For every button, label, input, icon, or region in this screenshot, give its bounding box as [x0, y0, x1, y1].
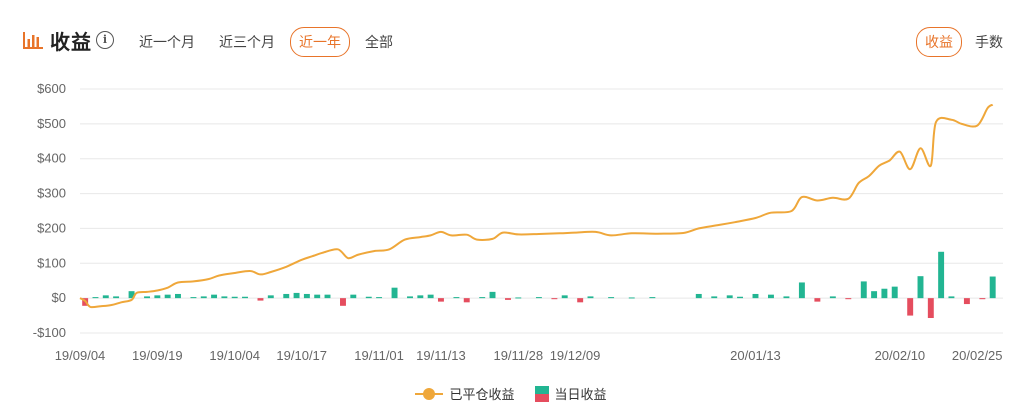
daily-profit-bar[interactable]: [535, 297, 542, 299]
daily-profit-bar[interactable]: [283, 293, 290, 299]
daily-profit-bar[interactable]: [453, 297, 460, 299]
daily-profit-bar[interactable]: [303, 293, 310, 299]
legend-line-swatch: [415, 387, 444, 401]
daily-profit-bar[interactable]: [649, 297, 656, 299]
daily-profit-bar[interactable]: [231, 296, 238, 299]
x-tick-label: 19/10/17: [276, 348, 327, 363]
daily-profit-bar[interactable]: [515, 297, 522, 299]
daily-profit-bar[interactable]: [417, 295, 424, 299]
daily-profit-bar[interactable]: [881, 288, 888, 299]
y-tick-label: $100: [37, 255, 66, 270]
daily-profit-bar[interactable]: [314, 294, 321, 299]
daily-profit-bar[interactable]: [200, 296, 207, 299]
daily-profit-bars: [82, 251, 996, 319]
daily-profit-bar[interactable]: [783, 296, 790, 299]
daily-profit-bar[interactable]: [963, 298, 970, 305]
daily-profit-bar[interactable]: [407, 296, 413, 299]
daily-profit-bar[interactable]: [505, 298, 511, 300]
legend-item-closed-profit[interactable]: 已平仓收益: [415, 384, 515, 403]
daily-profit-bar[interactable]: [293, 292, 300, 299]
x-tick-label: 20/02/25: [952, 348, 1003, 363]
y-tick-label: -$100: [33, 325, 66, 340]
daily-profit-bar[interactable]: [814, 298, 821, 302]
x-tick-label: 19/12/09: [550, 348, 601, 363]
daily-profit-bar[interactable]: [211, 294, 218, 299]
x-tick-label: 19/11/28: [493, 348, 543, 363]
daily-profit-bar[interactable]: [242, 296, 248, 299]
daily-profit-bar[interactable]: [927, 298, 934, 319]
daily-profit-bar[interactable]: [350, 294, 357, 299]
daily-profit-bar[interactable]: [551, 298, 558, 300]
daily-profit-bar[interactable]: [891, 286, 898, 299]
daily-profit-bar[interactable]: [164, 294, 171, 299]
daily-profit-bar[interactable]: [427, 294, 434, 299]
daily-profit-bar[interactable]: [102, 295, 109, 299]
daily-profit-bar[interactable]: [917, 276, 924, 299]
closed-profit-line-path[interactable]: [79, 103, 994, 309]
daily-profit-bar[interactable]: [221, 296, 228, 299]
daily-profit-bar[interactable]: [463, 298, 470, 303]
daily-profit-bar[interactable]: [752, 293, 759, 299]
daily-profit-bar[interactable]: [577, 298, 584, 303]
legend-label-closed-profit: 已平仓收益: [449, 387, 515, 402]
y-tick-label: $400: [37, 151, 66, 166]
y-axis-labels: -$100 $0 $100 $200 $300 $400 $500 $600: [33, 81, 66, 340]
daily-profit-bar[interactable]: [92, 297, 99, 299]
daily-profit-bar[interactable]: [938, 251, 945, 299]
daily-profit-bar[interactable]: [608, 297, 615, 299]
daily-profit-bar[interactable]: [324, 294, 331, 299]
x-tick-label: 19/11/01: [354, 348, 404, 363]
daily-profit-bar[interactable]: [154, 295, 161, 299]
daily-profit-bar[interactable]: [767, 294, 774, 299]
daily-profit-bar[interactable]: [860, 281, 867, 299]
daily-profit-bar[interactable]: [489, 291, 496, 299]
daily-profit-bar[interactable]: [113, 296, 120, 299]
daily-profit-bar[interactable]: [695, 293, 702, 299]
x-tick-label: 20/01/13: [730, 348, 781, 363]
profit-chart: -$100 $0 $100 $200 $300 $400 $500 $600 19/09/04…: [33, 81, 1003, 363]
y-tick-label: $300: [37, 186, 66, 201]
daily-profit-bar[interactable]: [365, 296, 372, 299]
daily-profit-bar[interactable]: [561, 295, 568, 299]
y-tick-label: $200: [37, 220, 66, 235]
daily-profit-bar[interactable]: [175, 293, 181, 299]
daily-profit-bar[interactable]: [829, 296, 836, 299]
daily-profit-bar[interactable]: [437, 298, 444, 302]
daily-profit-bar[interactable]: [979, 298, 986, 300]
daily-profit-bar[interactable]: [798, 282, 805, 299]
y-tick-label: $600: [37, 81, 66, 96]
x-tick-label: 19/11/13: [416, 348, 466, 363]
daily-profit-bar[interactable]: [391, 287, 398, 299]
legend-item-daily-profit[interactable]: 当日收益: [534, 384, 607, 403]
daily-profit-bar[interactable]: [257, 298, 264, 301]
daily-profit-bar[interactable]: [711, 296, 718, 299]
daily-profit-bar[interactable]: [190, 297, 197, 299]
daily-profit-bar[interactable]: [948, 296, 955, 299]
daily-profit-bar[interactable]: [726, 295, 733, 299]
x-tick-label: 19/09/04: [55, 348, 106, 363]
y-tick-label: $500: [37, 116, 66, 131]
daily-profit-bar[interactable]: [587, 296, 594, 299]
x-tick-label: 19/09/19: [132, 348, 183, 363]
x-tick-label: 19/10/04: [209, 348, 260, 363]
daily-profit-bar[interactable]: [376, 297, 383, 299]
daily-profit-bar[interactable]: [737, 296, 743, 299]
legend-bar-swatch: [534, 385, 549, 402]
daily-profit-bar[interactable]: [907, 298, 914, 316]
legend-label-daily-profit: 当日收益: [554, 387, 607, 402]
daily-profit-bar[interactable]: [144, 296, 150, 299]
daily-profit-bar[interactable]: [845, 298, 852, 300]
chart-legend: 已平仓收益 当日收益: [0, 384, 1022, 403]
x-tick-label: 20/02/10: [875, 348, 926, 363]
x-axis-labels: 19/09/04 19/09/19 19/10/04 19/10/17 19/11/01…: [55, 348, 1003, 363]
daily-profit-bar[interactable]: [989, 276, 996, 299]
daily-profit-bar[interactable]: [267, 295, 274, 299]
daily-profit-bar[interactable]: [479, 297, 486, 299]
daily-profit-bar[interactable]: [340, 298, 346, 306]
closed-profit-line: [79, 103, 994, 309]
daily-profit-bar[interactable]: [628, 297, 635, 299]
y-tick-label: $0: [52, 290, 66, 305]
daily-profit-bar[interactable]: [871, 291, 878, 299]
